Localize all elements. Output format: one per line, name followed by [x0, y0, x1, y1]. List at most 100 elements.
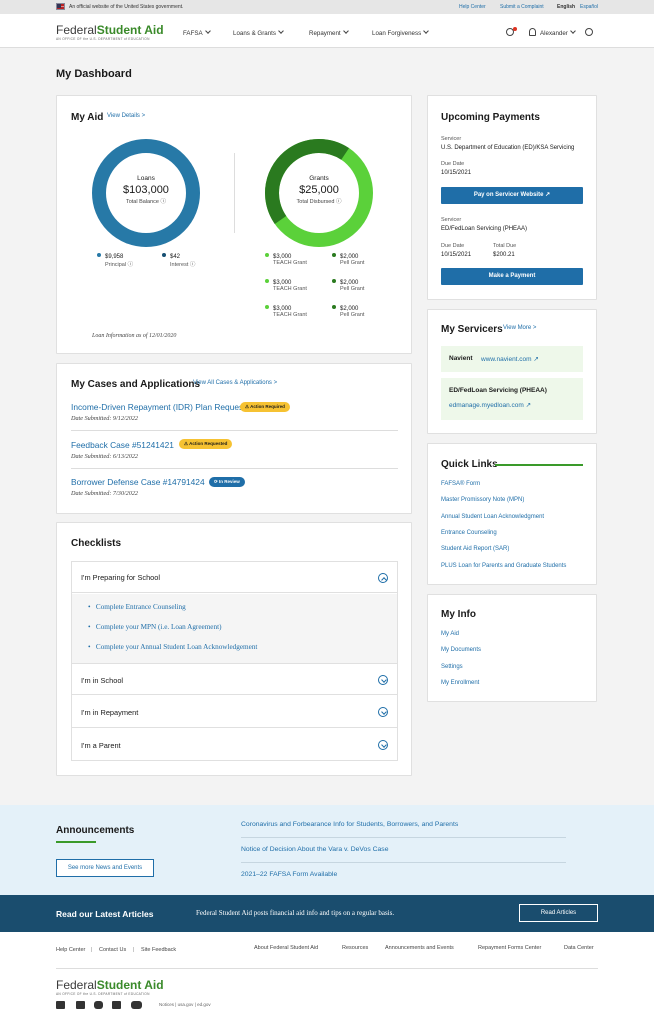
- chevron-down-icon: [423, 28, 430, 34]
- instagram-icon[interactable]: [94, 1001, 103, 1009]
- chevron-up-icon: [378, 573, 388, 583]
- case-link-borrower-defense[interactable]: Borrower Defense Case #14791424: [71, 477, 205, 487]
- case-link-idr[interactable]: Income-Driven Repayment (IDR) Plan Reque…: [71, 402, 246, 412]
- quick-links-title: Quick Links: [441, 459, 498, 470]
- my-info-link[interactable]: My Aid: [441, 631, 459, 637]
- nav-loans-grants[interactable]: Loans & Grants: [233, 28, 284, 37]
- nav-fafsa[interactable]: FAFSA: [183, 28, 211, 37]
- announcement-link[interactable]: Notice of Decision About the Vara v. DeV…: [241, 846, 388, 853]
- info-icon: ⓘ: [160, 199, 167, 205]
- grant-item: $3,000 TEACH Grant: [265, 279, 307, 292]
- accordion-preparing[interactable]: I'm Preparing for School: [71, 561, 398, 593]
- view-more-link[interactable]: View More >: [503, 325, 536, 331]
- view-all-cases-link[interactable]: View All Cases & Applications >: [193, 380, 277, 386]
- chevron-down-icon: [378, 675, 388, 685]
- loans-center: Loans $103,000 Total Balance ⓘ: [123, 175, 169, 205]
- servicer-label: Servicer: [441, 136, 462, 142]
- user-icon: [529, 28, 536, 36]
- navient-link[interactable]: www.navient.com ↗: [481, 355, 539, 363]
- due-date-label: Due Date: [441, 243, 465, 249]
- chevron-down-icon: [378, 707, 388, 717]
- due-date-label: Due Date: [441, 161, 465, 167]
- servicer-name: ED/FedLoan Servicing (PHEAA): [449, 387, 547, 394]
- footer-help-link[interactable]: Help Center: [56, 947, 85, 953]
- chevron-down-icon: [378, 740, 388, 750]
- footer-link[interactable]: Data Center: [564, 945, 594, 951]
- grant-item: $3,000 TEACH Grant: [265, 305, 307, 318]
- english-link[interactable]: English: [557, 4, 575, 10]
- footer-feedback-link[interactable]: Site Feedback: [141, 947, 176, 953]
- accordion-parent[interactable]: I'm a Parent: [71, 729, 398, 761]
- fsa-logo[interactable]: FederalStudent Aid AN OFFICE OF the U.S.…: [56, 23, 164, 41]
- footer-bottom-links[interactable]: Notices | usa.gov | ed.gov: [159, 1002, 211, 1007]
- footer-link[interactable]: Resources: [342, 945, 368, 951]
- user-menu[interactable]: Alexander: [540, 28, 576, 37]
- my-info-link[interactable]: Settings: [441, 664, 463, 670]
- accordion-in-school[interactable]: I'm in School: [71, 663, 398, 695]
- view-details-link[interactable]: View Details >: [107, 113, 145, 119]
- divider: [234, 153, 235, 233]
- pay-servicer-button[interactable]: Pay on Servicer Website ↗: [441, 187, 583, 204]
- case-date: Date Submitted: 7/30/2022: [71, 490, 139, 497]
- announcement-link[interactable]: 2021–22 FAFSA Form Available: [241, 871, 337, 878]
- servicer-name: U.S. Department of Education (ED)/KSA Se…: [441, 145, 575, 151]
- checklist-item[interactable]: • Complete Entrance Counseling: [88, 603, 186, 611]
- status-badge: ⚠ Action Requested: [179, 439, 233, 449]
- case-link-feedback[interactable]: Feedback Case #51241421: [71, 440, 174, 450]
- footer-link[interactable]: About Federal Student Aid: [254, 945, 318, 951]
- grant-item: $2,000 Pell Grant: [332, 279, 364, 292]
- youtube-icon[interactable]: [131, 1001, 142, 1009]
- make-payment-button[interactable]: Make a Payment: [441, 268, 583, 285]
- read-articles-button[interactable]: Read Articles: [519, 904, 598, 922]
- footer-link[interactable]: Announcements and Events: [385, 945, 454, 951]
- status-badge: ⚠ Action Required: [240, 402, 290, 412]
- servicer-name: Navient: [449, 355, 473, 362]
- accordion-in-repayment[interactable]: I'm in Repayment: [71, 696, 398, 728]
- grant-item: $3,000 TEACH Grant: [265, 253, 307, 266]
- help-center-link[interactable]: Help Center: [459, 4, 486, 10]
- footer-logo[interactable]: FederalStudent Aid AN OFFICE OF the U.S.…: [56, 978, 164, 996]
- case-date: Date Submitted: 9/12/2022: [71, 415, 139, 422]
- quick-link[interactable]: Master Promissory Note (MPN): [441, 497, 524, 503]
- cases-title: My Cases and Applications: [71, 379, 201, 390]
- quick-link[interactable]: Annual Student Loan Acknowledgment: [441, 514, 544, 520]
- see-more-news-button[interactable]: See more News and Events: [56, 859, 154, 877]
- divider: [241, 862, 566, 863]
- quick-link[interactable]: PLUS Loan for Parents and Graduate Stude…: [441, 563, 566, 569]
- footer-contact-link[interactable]: Contact Us: [99, 947, 126, 953]
- divider: [71, 430, 398, 431]
- my-info-link[interactable]: My Documents: [441, 647, 481, 653]
- divider: [71, 468, 398, 469]
- loan-info-date: Loan Information as of 12/01/2020: [92, 333, 177, 339]
- divider: [241, 837, 566, 838]
- quick-link[interactable]: FAFSA® Form: [441, 481, 480, 487]
- announcement-link[interactable]: Coronavirus and Forbearance Info for Stu…: [241, 821, 458, 828]
- due-date: 10/15/2021: [441, 170, 472, 176]
- accent-line: [495, 464, 583, 466]
- submit-complaint-link[interactable]: Submit a Complaint: [500, 4, 544, 10]
- footer-separator: |: [133, 947, 135, 953]
- chevron-down-icon: [204, 28, 211, 34]
- checklist-item[interactable]: • Complete your MPN (i.e. Loan Agreement…: [88, 623, 221, 631]
- footer-separator: |: [91, 947, 93, 953]
- nav-loan-forgiveness[interactable]: Loan Forgiveness: [372, 28, 430, 37]
- espanol-link[interactable]: Español: [580, 4, 598, 10]
- search-icon[interactable]: [585, 28, 593, 36]
- facebook-icon[interactable]: [76, 1001, 85, 1009]
- info-icon: ⓘ: [335, 199, 342, 205]
- my-info-link[interactable]: My Enrollment: [441, 680, 479, 686]
- myedloan-link[interactable]: edmanage.myedloan.com ↗: [449, 401, 531, 409]
- legend-principal: $9,958 Principal ⓘ: [97, 253, 133, 268]
- twitter-icon[interactable]: [56, 1001, 65, 1009]
- linkedin-icon[interactable]: [112, 1001, 121, 1009]
- grant-item: $2,000 Pell Grant: [332, 253, 364, 266]
- gov-banner-text: An official website of the United States…: [69, 4, 184, 10]
- nav-repayment[interactable]: Repayment: [309, 28, 349, 37]
- quick-link[interactable]: Entrance Counseling: [441, 530, 497, 536]
- servicer-label: Servicer: [441, 217, 462, 223]
- total-due: $200.21: [493, 252, 515, 258]
- checklist-item[interactable]: • Complete your Annual Student Loan Ackn…: [88, 643, 257, 651]
- quick-link[interactable]: Student Aid Report (SAR): [441, 546, 509, 552]
- chevron-down-icon: [342, 28, 349, 34]
- footer-link[interactable]: Repayment Forms Center: [478, 945, 541, 951]
